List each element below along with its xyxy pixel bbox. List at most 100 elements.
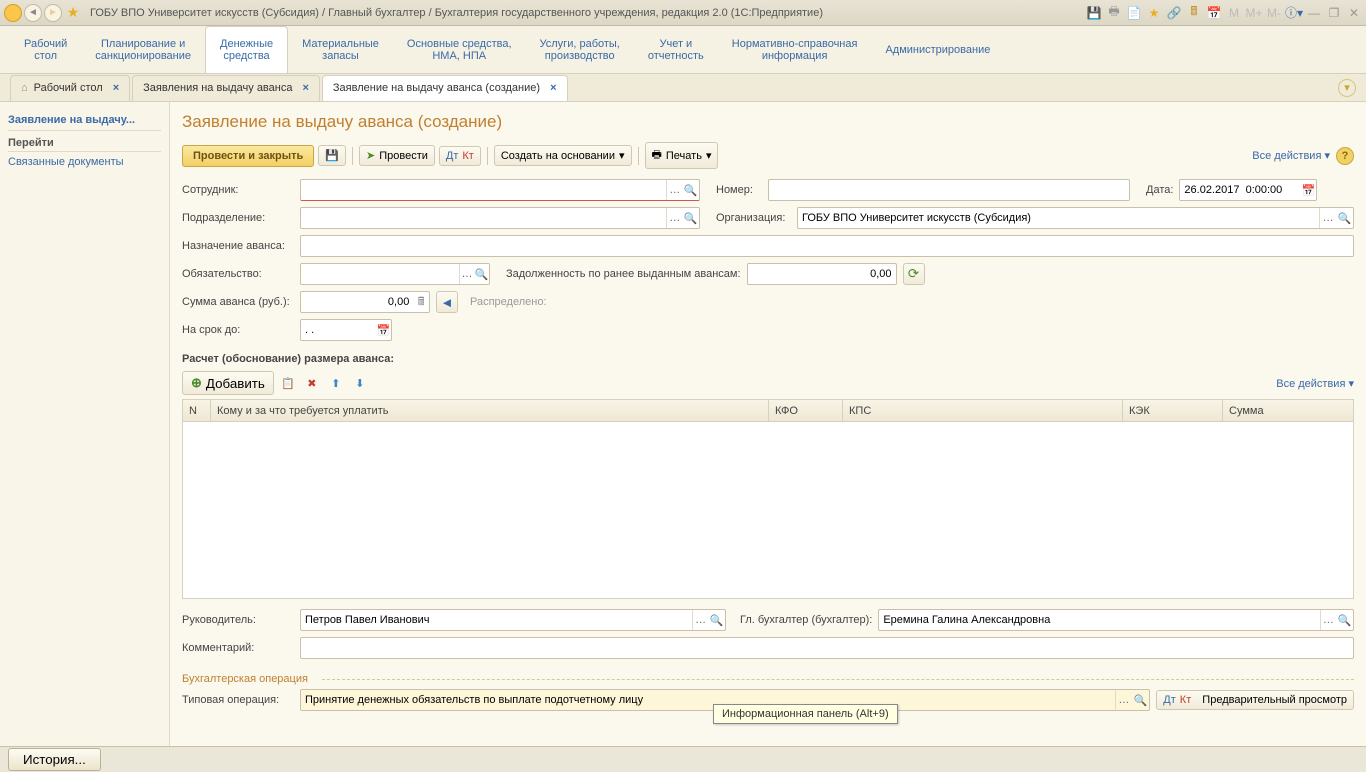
create-based-button[interactable]: Создать на основании▾: [494, 145, 632, 166]
app-icon[interactable]: [4, 4, 22, 22]
close-icon[interactable]: ✕: [1346, 5, 1362, 21]
move-down-icon[interactable]: ⬇: [350, 373, 370, 393]
search-icon[interactable]: 🔍: [1132, 690, 1149, 710]
tab-close-icon[interactable]: ×: [302, 82, 308, 94]
comment-input[interactable]: [300, 637, 1354, 659]
print-icon[interactable]: 🖶: [1106, 5, 1122, 21]
nav-desktop[interactable]: Рабочий стол: [10, 26, 81, 73]
tab-dropdown-icon[interactable]: ▾: [1338, 79, 1356, 97]
calc-icon[interactable]: 🖩: [1186, 5, 1202, 21]
search-icon[interactable]: 🔍: [1336, 208, 1353, 228]
search-icon[interactable]: 🔍: [683, 208, 699, 228]
refresh-button[interactable]: ⟳: [903, 263, 925, 285]
history-button[interactable]: История...: [8, 748, 101, 771]
nav-back-button[interactable]: ◄: [24, 4, 42, 22]
debt-input[interactable]: [747, 263, 897, 285]
calc-table[interactable]: N Кому и за что требуется уплатить КФО К…: [182, 399, 1354, 599]
select-icon[interactable]: …: [666, 208, 683, 228]
term-input[interactable]: 📅: [300, 319, 392, 341]
col-whom[interactable]: Кому и за что требуется уплатить: [211, 400, 769, 421]
select-icon[interactable]: …: [1320, 610, 1337, 630]
delete-icon[interactable]: ✖: [302, 373, 322, 393]
search-icon[interactable]: 🔍: [683, 180, 699, 200]
date-input[interactable]: 📅: [1179, 179, 1317, 201]
col-kfo[interactable]: КФО: [769, 400, 843, 421]
post-button[interactable]: ➤Провести: [359, 145, 435, 166]
page-title: Заявление на выдачу аванса (создание): [182, 112, 1354, 132]
sidebar-header: Заявление на выдачу...: [8, 110, 161, 131]
obligation-input[interactable]: …🔍: [300, 263, 490, 285]
select-icon[interactable]: …: [692, 610, 709, 630]
search-icon[interactable]: 🔍: [1336, 610, 1353, 630]
window-title: ГОБУ ВПО Университет искусств (Субсидия)…: [90, 7, 823, 19]
manager-input[interactable]: …🔍: [300, 609, 726, 631]
calendar-icon[interactable]: 📅: [1301, 184, 1317, 197]
move-up-icon[interactable]: ⬆: [326, 373, 346, 393]
employee-input[interactable]: …🔍: [300, 179, 700, 201]
nav-admin[interactable]: Администрирование: [871, 26, 1004, 73]
doc-icon[interactable]: 📄: [1126, 5, 1142, 21]
amount-input[interactable]: 🖩: [300, 291, 430, 313]
col-kek[interactable]: КЭК: [1123, 400, 1223, 421]
nav-forward-button[interactable]: ►: [44, 4, 62, 22]
org-input[interactable]: …🔍: [797, 207, 1354, 229]
search-icon[interactable]: 🔍: [708, 610, 725, 630]
dtkt-button[interactable]: ДтКт: [439, 146, 481, 166]
tab-list[interactable]: Заявления на выдачу аванса ×: [132, 75, 320, 101]
select-icon[interactable]: …: [1319, 208, 1336, 228]
help-icon[interactable]: ?: [1336, 147, 1354, 165]
nav-services[interactable]: Услуги, работы, производство: [526, 26, 634, 73]
term-label: На срок до:: [182, 324, 294, 336]
obligation-label: Обязательство:: [182, 268, 294, 280]
tab-create[interactable]: Заявление на выдачу аванса (создание) ×: [322, 75, 568, 101]
select-icon[interactable]: …: [1115, 690, 1132, 710]
col-n[interactable]: N: [183, 400, 211, 421]
print-button[interactable]: 🖶Печать▾: [645, 142, 719, 169]
add-row-button[interactable]: ⊕Добавить: [182, 371, 274, 395]
nav-reports[interactable]: Учет и отчетность: [634, 26, 718, 73]
search-icon[interactable]: 🔍: [474, 264, 489, 284]
tab-bar: ⌂ Рабочий стол × Заявления на выдачу ава…: [0, 74, 1366, 102]
date-label: Дата:: [1146, 184, 1173, 196]
nav-money[interactable]: Денежные средства: [205, 26, 288, 73]
select-icon[interactable]: …: [666, 180, 683, 200]
col-sum[interactable]: Сумма: [1223, 400, 1353, 421]
calc-icon[interactable]: 🖩: [413, 293, 429, 312]
favorites-icon[interactable]: ★: [64, 4, 82, 22]
m-icon[interactable]: M: [1226, 5, 1242, 21]
accountant-input[interactable]: …🔍: [878, 609, 1354, 631]
save-button[interactable]: 💾: [318, 145, 346, 166]
col-kps[interactable]: КПС: [843, 400, 1123, 421]
amount-label: Сумма аванса (руб.):: [182, 296, 294, 308]
calendar-icon[interactable]: 📅: [376, 324, 391, 337]
minimize-icon[interactable]: —: [1306, 5, 1322, 21]
nav-materials[interactable]: Материальные запасы: [288, 26, 393, 73]
post-and-close-button[interactable]: Провести и закрыть: [182, 145, 314, 167]
tab-desktop[interactable]: ⌂ Рабочий стол ×: [10, 75, 130, 101]
maximize-icon[interactable]: ❐: [1326, 5, 1342, 21]
info-icon[interactable]: ⓘ▾: [1286, 5, 1302, 21]
save-icon[interactable]: 💾: [1086, 5, 1102, 21]
purpose-input[interactable]: [300, 235, 1354, 257]
tab-close-icon[interactable]: ×: [550, 82, 556, 94]
m-minus-icon[interactable]: M-: [1266, 5, 1282, 21]
nav-reference[interactable]: Нормативно-справочная информация: [718, 26, 872, 73]
table-all-actions[interactable]: Все действия ▾: [1276, 377, 1354, 390]
nav-planning[interactable]: Планирование и санкционирование: [81, 26, 205, 73]
m-plus-icon[interactable]: M+: [1246, 5, 1262, 21]
calc-section-title: Расчет (обоснование) размера аванса:: [182, 353, 1354, 365]
link-icon[interactable]: 🔗: [1166, 5, 1182, 21]
nav-assets[interactable]: Основные средства, НМА, НПА: [393, 26, 526, 73]
star2-icon[interactable]: ★: [1146, 5, 1162, 21]
all-actions-link[interactable]: Все действия ▾: [1252, 149, 1330, 162]
preview-button[interactable]: ДтКт Предварительный просмотр: [1156, 690, 1354, 710]
distribute-button[interactable]: ◄: [436, 291, 458, 313]
department-input[interactable]: …🔍: [300, 207, 700, 229]
sidebar-link-related[interactable]: Связанные документы: [8, 152, 161, 172]
tab-close-icon[interactable]: ×: [113, 82, 119, 94]
copy-icon[interactable]: 📋: [278, 373, 298, 393]
calendar-icon[interactable]: 📅: [1206, 5, 1222, 21]
select-icon[interactable]: …: [459, 264, 474, 284]
number-input[interactable]: [768, 179, 1130, 201]
org-label: Организация:: [716, 212, 791, 224]
